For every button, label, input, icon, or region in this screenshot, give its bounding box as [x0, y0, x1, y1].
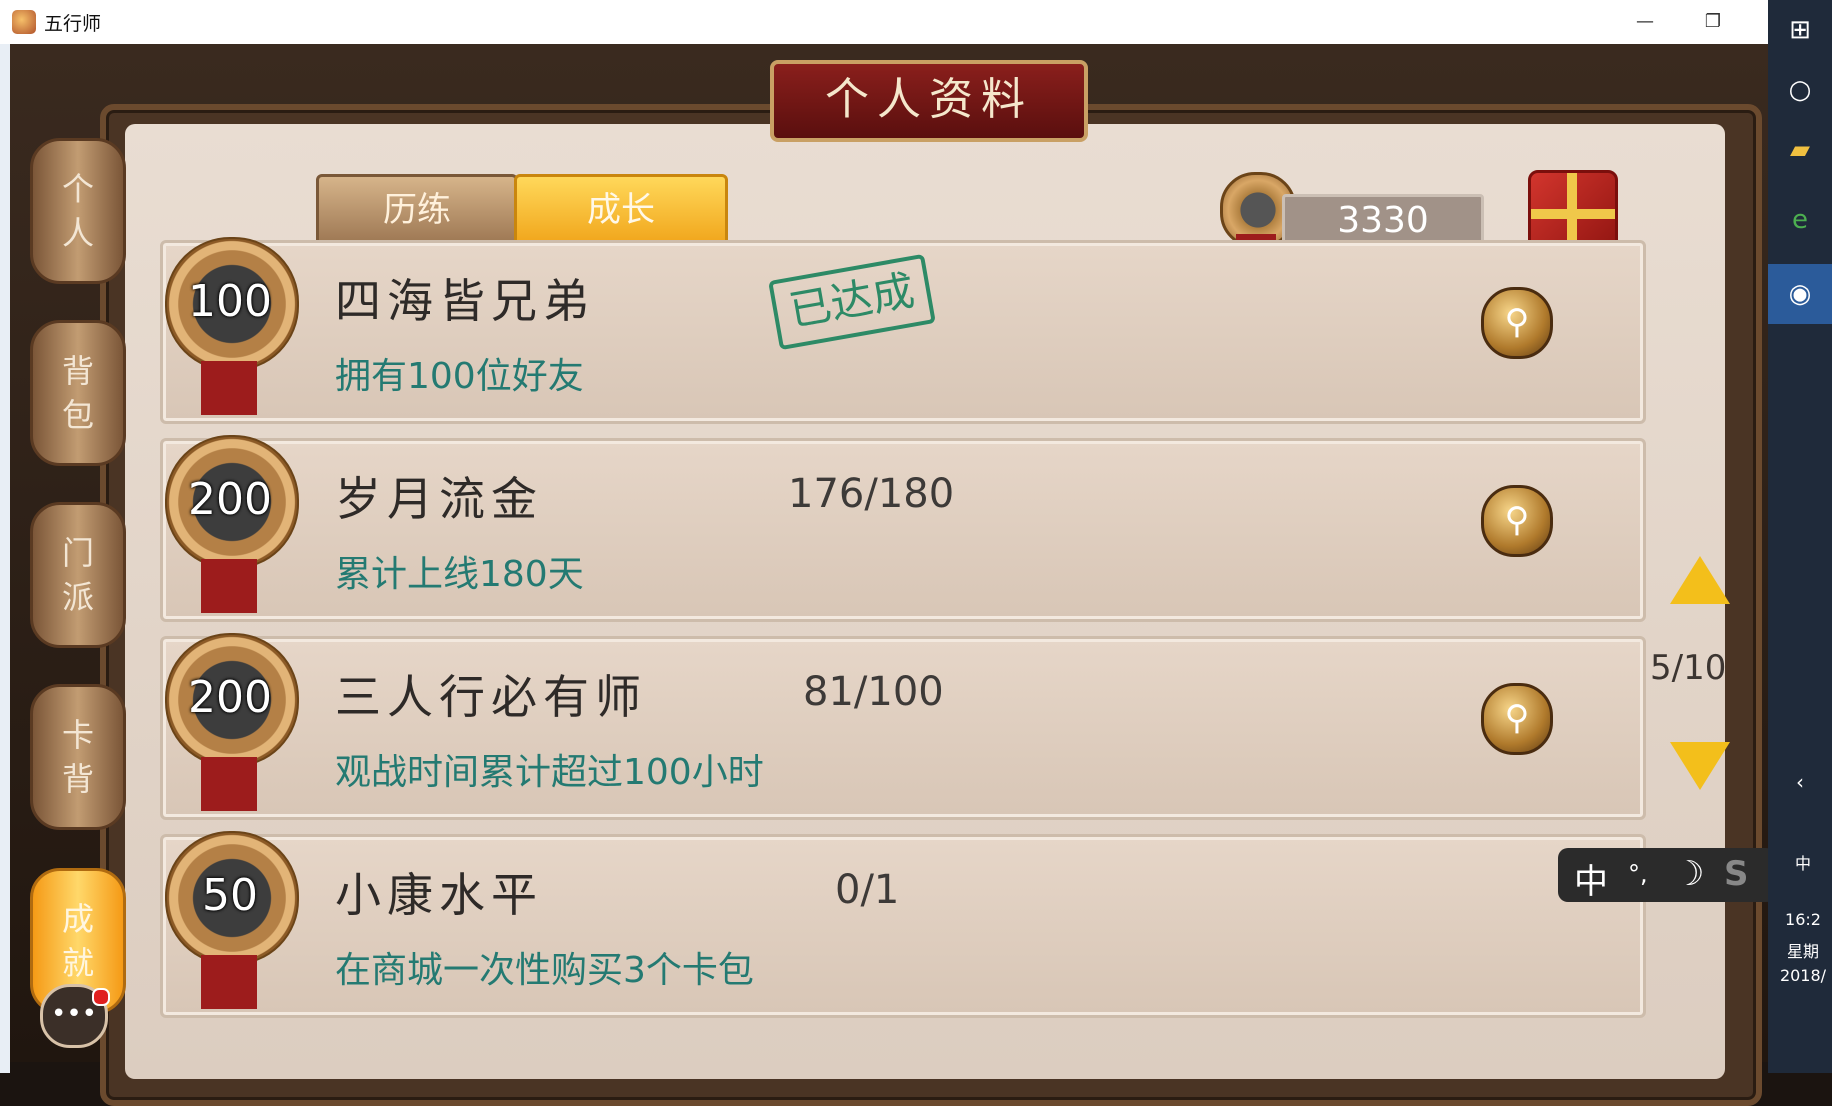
window-titlebar: 五行师 — ❐ — [0, 0, 1768, 45]
page-title: 个人资料 — [770, 60, 1088, 142]
achievement-title: 小康水平 — [335, 868, 543, 922]
clock-date: 2018/ — [1779, 966, 1827, 985]
achievement-progress: 176/180 — [788, 471, 955, 517]
achievement-desc: 观战时间累计超过100小时 — [335, 752, 764, 793]
search-icon[interactable]: ⚲ — [1481, 485, 1553, 557]
achievement-desc: 在商城一次性购买3个卡包 — [335, 950, 754, 991]
search-icon[interactable]: ⚲ — [1481, 287, 1553, 359]
side-tab-personal[interactable]: 个人 — [30, 138, 126, 284]
moon-icon[interactable]: ☽ — [1674, 854, 1704, 894]
medal-ribbon — [201, 559, 257, 613]
medal-ribbon — [201, 955, 257, 1009]
ime-lang[interactable]: 中 — [1574, 854, 1608, 903]
windows-start-icon[interactable]: ⊞ — [1768, 0, 1832, 60]
maximize-button[interactable]: ❐ — [1690, 6, 1736, 38]
achievement-desc: 累计上线180天 — [335, 554, 584, 595]
achievement-row: 50 小康水平 在商城一次性购买3个卡包 0/1 — [160, 831, 1646, 1018]
achievement-progress: 81/100 — [803, 669, 944, 715]
achievement-title: 岁月流金 — [335, 472, 543, 526]
file-explorer-icon[interactable]: ▰ — [1768, 120, 1832, 180]
medal-points: 50 — [202, 870, 258, 921]
cortana-icon[interactable]: ○ — [1768, 60, 1832, 120]
achievement-row: 100 四海皆兄弟 拥有100位好友 已达成 ⚲ — [160, 237, 1646, 424]
side-tab-card-back[interactable]: 卡背 — [30, 684, 126, 830]
minimize-button[interactable]: — — [1622, 6, 1668, 38]
page-down-arrow-icon[interactable] — [1670, 742, 1730, 790]
page-up-arrow-icon[interactable] — [1670, 556, 1730, 604]
medal-points: 200 — [188, 672, 272, 723]
medal-points: 200 — [188, 474, 272, 525]
desktop-edge — [0, 44, 10, 1073]
achievement-title: 三人行必有师 — [335, 670, 647, 724]
ime-punct[interactable]: °, — [1628, 860, 1648, 888]
ime-toolbar[interactable]: 中 °, ☽ S — [1558, 848, 1776, 902]
achievement-progress: 0/1 — [835, 867, 900, 913]
medal-ribbon — [201, 757, 257, 811]
completed-stamp: 已达成 — [768, 253, 936, 351]
app-icon — [12, 10, 36, 34]
side-tab-backpack[interactable]: 背包 — [30, 320, 126, 466]
windows-taskbar: ⊞ ○ ▰ e ◉ ‹ 中 16:2 星期 2018/ — [1768, 0, 1832, 1073]
sogou-logo-icon[interactable]: S — [1724, 854, 1749, 894]
clock-time[interactable]: 16:2 — [1774, 910, 1832, 929]
medal-points: 100 — [188, 276, 272, 327]
search-icon[interactable]: ⚲ — [1481, 683, 1553, 755]
tab-growth[interactable]: 成长 — [514, 174, 728, 250]
achievement-desc: 拥有100位好友 — [335, 356, 584, 397]
achievement-row: 200 岁月流金 累计上线180天 176/180 ⚲ — [160, 435, 1646, 622]
tray-lang[interactable]: 中 — [1774, 850, 1832, 874]
tab-training[interactable]: 历练 — [316, 174, 518, 250]
chevron-left-icon[interactable]: ‹ — [1768, 752, 1832, 812]
window-title: 五行师 — [44, 13, 102, 35]
medal-ribbon — [201, 361, 257, 415]
page-indicator: 5/10 — [1650, 648, 1727, 688]
side-tab-sect[interactable]: 门派 — [30, 502, 126, 648]
achievement-title: 四海皆兄弟 — [335, 274, 595, 328]
clock-weekday: 星期 — [1786, 942, 1819, 961]
game-area: 个人资料 个人 背包 门派 卡背 成就 ••• 历练 成长 3330 100 四… — [10, 44, 1776, 1106]
game-taskbar-icon[interactable]: ◉ — [1768, 264, 1832, 324]
achievement-row: 200 三人行必有师 观战时间累计超过100小时 81/100 ⚲ — [160, 633, 1646, 820]
browser-icon[interactable]: e — [1768, 190, 1832, 250]
notification-dot — [92, 988, 110, 1006]
